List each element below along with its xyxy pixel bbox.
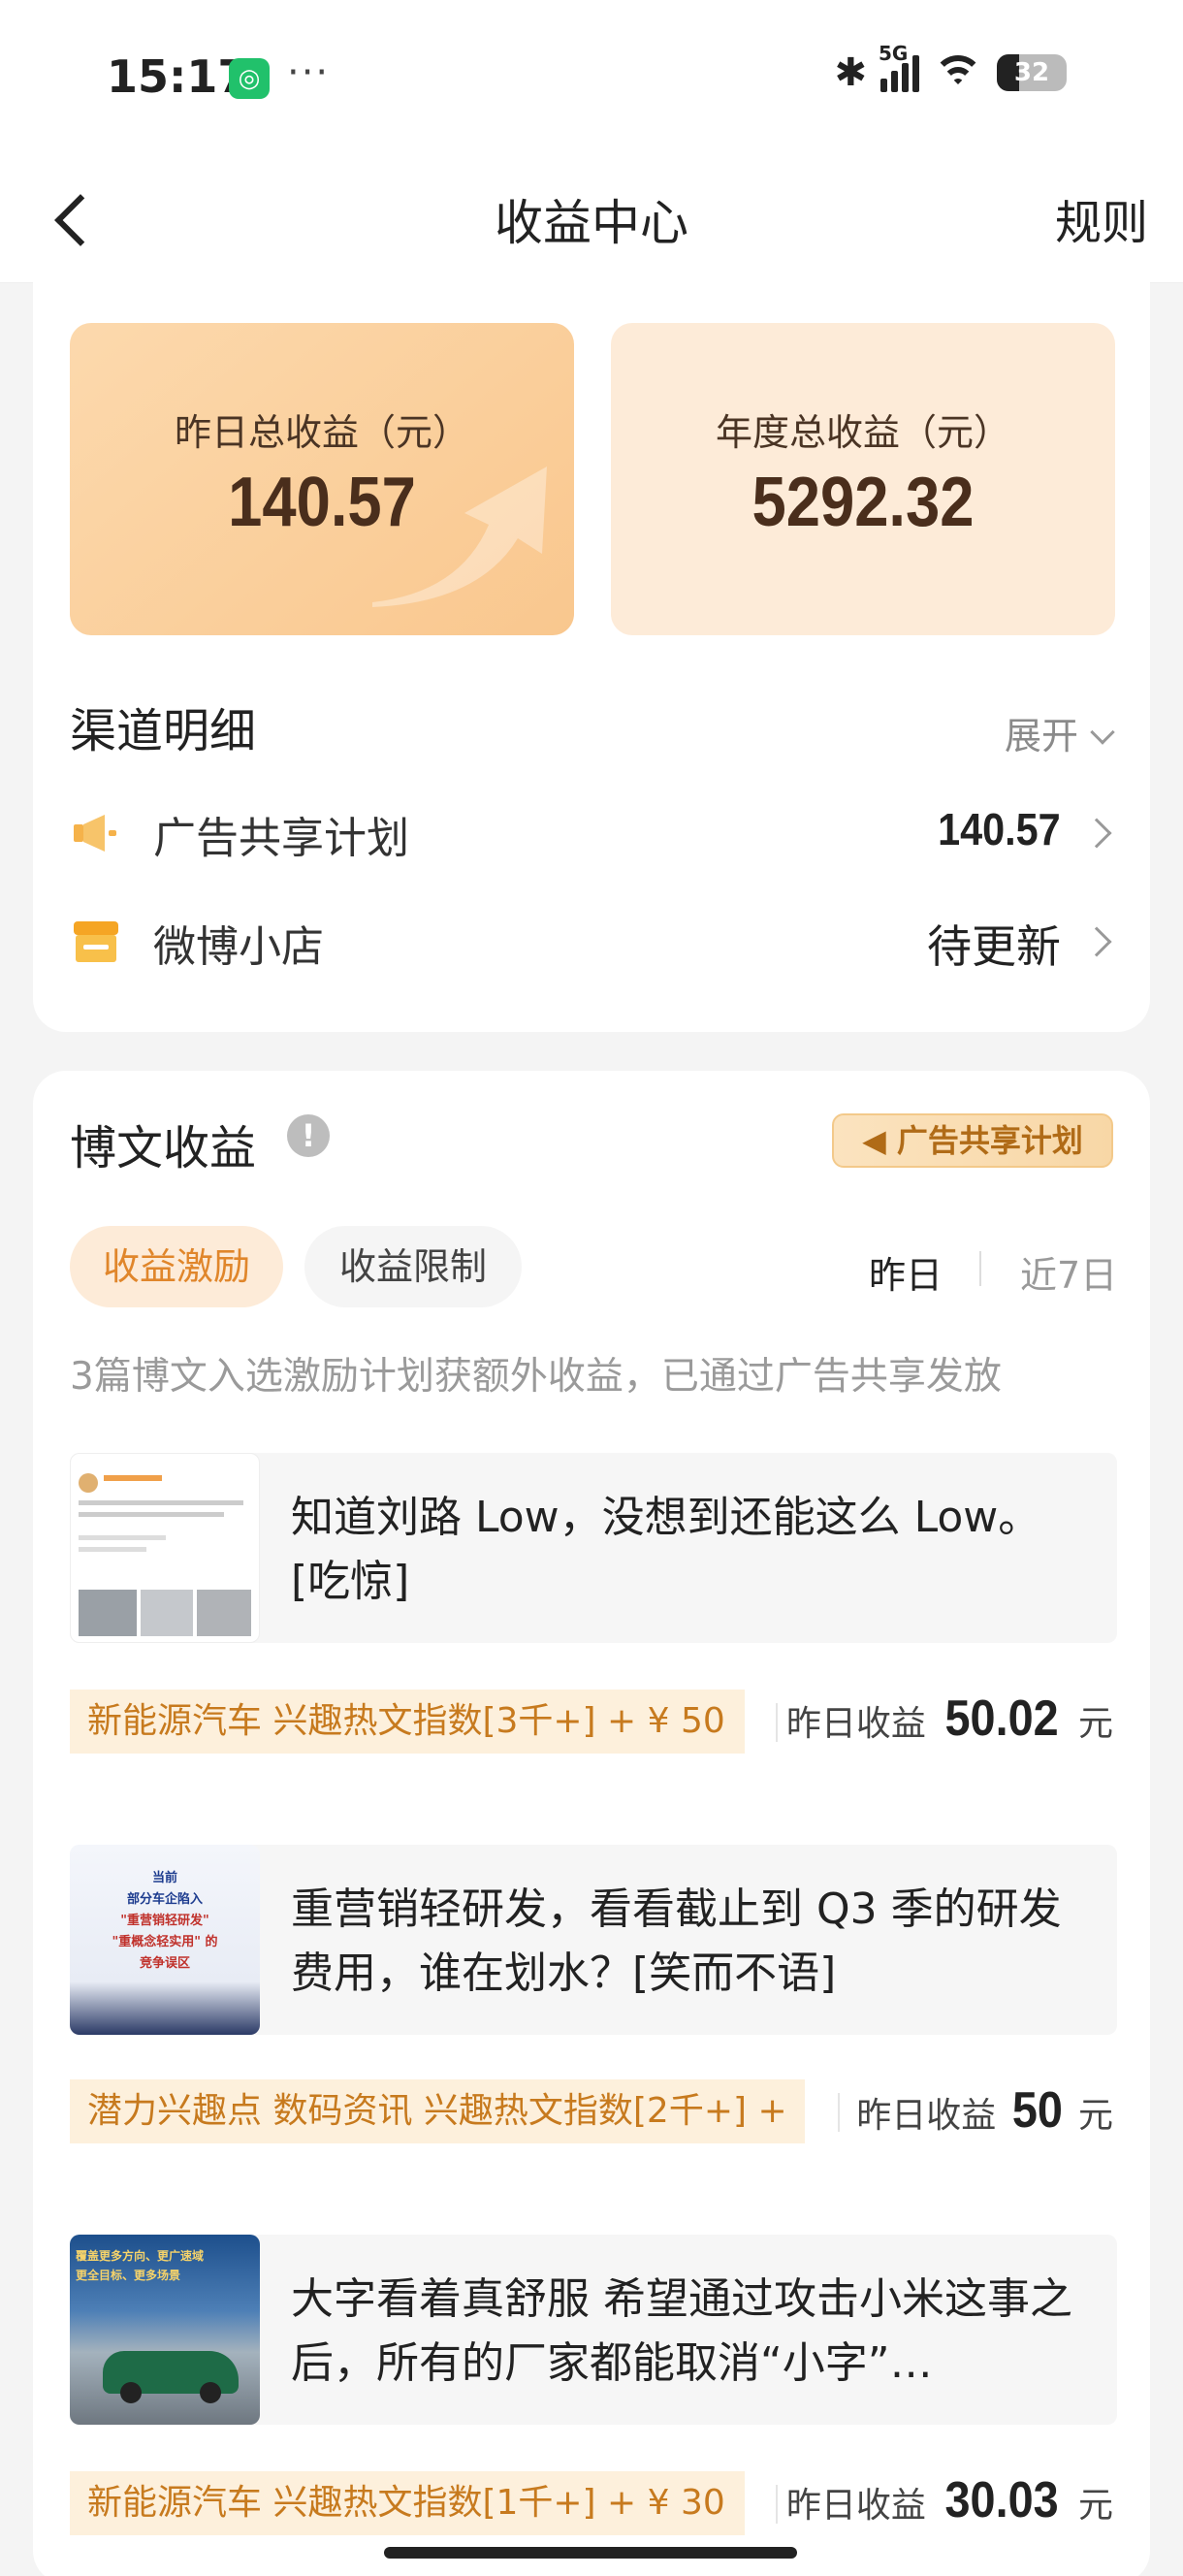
post-title: 重营销轻研发，看看截止到 Q3 季的研发费用，谁在划水？[笑而不语] — [291, 1884, 1062, 1998]
yesterday-earnings-card[interactable]: 昨日总收益（元） 140.57 — [70, 323, 574, 635]
post-tags: 新能源汽车 兴趣热文指数[1千+] + ¥ 30 — [70, 2471, 745, 2535]
annual-earnings-value: 5292.32 — [751, 464, 975, 541]
tab-incentive[interactable]: 收益激励 — [70, 1226, 283, 1307]
post-item[interactable]: 知道刘路 Low，没想到还能这么 Low。[吃惊] — [70, 1453, 1117, 1643]
earning-unit: 元 — [1077, 2486, 1113, 2526]
ad-sharing-badge-label: 广告共享计划 — [896, 1122, 1083, 1159]
thumb-text: 覆盖更多方向、更广速域 — [76, 2249, 205, 2263]
app-notification-icon: ◎ — [229, 58, 270, 99]
channel-detail-title: 渠道明细 — [70, 704, 257, 758]
ad-sharing-badge[interactable]: ◀ 广告共享计划 — [832, 1113, 1113, 1168]
channel-value: 待更新 — [927, 920, 1061, 973]
earning-value: 50 — [1011, 2082, 1063, 2139]
post-title: 知道刘路 Low，没想到还能这么 Low。[吃惊] — [291, 1493, 1041, 1606]
post-earning: 昨日收益 50.02 元 — [786, 1690, 1113, 1748]
period-divider — [979, 1251, 981, 1286]
rules-link[interactable]: 规则 — [1055, 184, 1148, 252]
channel-name: 微博小店 — [153, 922, 324, 972]
post-tags: 潜力兴趣点 数码资讯 兴趣热文指数[2千+] + — [70, 2079, 805, 2143]
chevron-right-icon — [1081, 926, 1112, 957]
annual-earnings-label: 年度总收益（元） — [715, 411, 1010, 454]
tag-divider — [776, 2485, 778, 2524]
earning-value: 50.02 — [944, 1690, 1060, 1747]
earning-unit: 元 — [1077, 2096, 1113, 2136]
expand-toggle[interactable]: 展开 — [1004, 706, 1115, 759]
channel-item-ad-sharing[interactable]: 广告共享计划 140.57 — [70, 793, 1117, 871]
post-tags: 新能源汽车 兴趣热文指数[3千+] + ¥ 50 — [70, 1690, 745, 1754]
channel-item-weibo-shop[interactable]: 微博小店 待更新 — [70, 902, 1117, 980]
signal-icon: 5G — [879, 42, 919, 92]
thumb-text: 部分车企陷入 — [126, 1892, 203, 1907]
wifi-icon — [933, 53, 983, 92]
post-earning: 昨日收益 50 元 — [856, 2081, 1113, 2140]
annual-earnings-card[interactable]: 年度总收益（元） 5292.32 — [611, 323, 1115, 635]
post-thumbnail — [70, 1453, 260, 1643]
chevron-right-icon — [1081, 818, 1112, 849]
chevron-down-icon — [1090, 720, 1115, 745]
thumb-text: "重营销轻研发" — [120, 1914, 209, 1928]
post-item[interactable]: 当前 部分车企陷入 "重营销轻研发" "重概念轻实用" 的 竞争误区 重营销轻研… — [70, 1845, 1117, 2035]
thumb-text: 当前 — [151, 1871, 177, 1885]
status-time: 15:17 — [107, 50, 249, 103]
megaphone-icon — [74, 815, 116, 852]
earning-label: 昨日收益 — [856, 2096, 997, 2136]
battery-icon: 32 — [997, 54, 1067, 91]
thumb-text: 竞争误区 — [139, 1956, 190, 1971]
earning-unit: 元 — [1077, 1704, 1113, 1744]
post-title: 大字看着真舒服 希望通过攻击小米这事之后，所有的厂家都能取消“小字”… — [291, 2274, 1072, 2388]
post-thumbnail: 当前 部分车企陷入 "重营销轻研发" "重概念轻实用" 的 竞争误区 — [70, 1845, 260, 2035]
expand-label: 展开 — [1004, 715, 1078, 757]
tab-restriction[interactable]: 收益限制 — [304, 1226, 522, 1307]
status-bar: 15:17 ◎ ··· ✱ 5G 32 — [0, 0, 1183, 155]
home-indicator[interactable] — [384, 2547, 797, 2559]
earning-value: 30.03 — [944, 2472, 1060, 2528]
incentive-summary: 3篇博文入选激励计划获额外收益，已通过广告共享发放 — [70, 1355, 1002, 1399]
post-thumbnail: 覆盖更多方向、更广速域 更全目标、更多场景 — [70, 2235, 260, 2425]
page-title: 收益中心 — [495, 195, 688, 251]
earning-label: 昨日收益 — [785, 1704, 926, 1744]
thumb-text: "重概念轻实用" 的 — [112, 1935, 218, 1949]
thumb-text: 更全目标、更多场景 — [76, 2269, 181, 2282]
post-item[interactable]: 覆盖更多方向、更广速域 更全目标、更多场景 大字看着真舒服 希望通过攻击小米这事… — [70, 2235, 1117, 2425]
channel-value: 140.57 — [938, 804, 1061, 854]
system-icons: ✱ 5G 32 — [834, 42, 1067, 95]
post-earnings-title: 博文收益 — [70, 1121, 257, 1175]
tag-divider — [776, 1703, 778, 1742]
bluetooth-icon: ✱ — [834, 50, 867, 95]
earning-label: 昨日收益 — [785, 2486, 926, 2526]
period-yesterday[interactable]: 昨日 — [869, 1245, 943, 1299]
battery-level: 32 — [1013, 58, 1050, 87]
tag-divider — [838, 2093, 840, 2132]
period-7days[interactable]: 近7日 — [1020, 1245, 1117, 1299]
info-icon[interactable]: ! — [287, 1114, 330, 1157]
shop-icon — [74, 921, 118, 962]
more-notifications-icon: ··· — [287, 50, 331, 95]
channel-name: 广告共享计划 — [153, 814, 409, 863]
network-type: 5G — [879, 42, 909, 65]
post-earning: 昨日收益 30.03 元 — [786, 2471, 1113, 2529]
yesterday-earnings-label: 昨日总收益（元） — [174, 411, 469, 454]
megaphone-icon: ◀ — [862, 1122, 897, 1159]
yesterday-earnings-value: 140.57 — [228, 464, 416, 541]
